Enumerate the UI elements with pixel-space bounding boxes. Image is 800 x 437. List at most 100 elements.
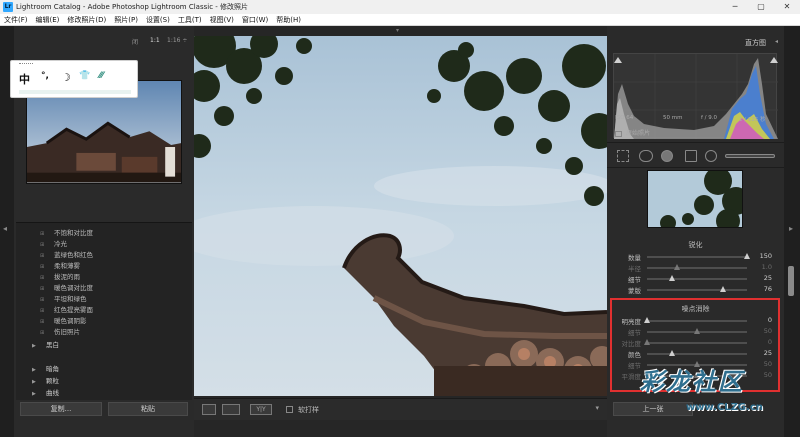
compare-view-icon[interactable] [222, 404, 240, 415]
noise_reduction-slider-row[interactable]: 明亮度 0 [607, 316, 784, 326]
copy-button[interactable]: 复制... [20, 402, 102, 416]
slider-value[interactable]: 25 [748, 349, 772, 357]
develop-tools-strip [607, 142, 784, 168]
menu-file[interactable]: 文件(F) [4, 15, 28, 25]
spot-removal-icon[interactable] [639, 150, 653, 162]
menu-help[interactable]: 帮助(H) [276, 15, 301, 25]
slider-label: 明亮度 [621, 318, 642, 326]
maximize-button[interactable]: ▢ [748, 0, 774, 14]
slider-track[interactable] [647, 286, 747, 292]
collapse-triangle-icon[interactable]: ◂ [775, 38, 778, 45]
menu-tools[interactable]: 工具(T) [178, 15, 202, 25]
radial-filter-icon[interactable] [705, 150, 717, 162]
slider-thumb[interactable] [669, 275, 675, 281]
zoom-custom[interactable]: 1:16 ÷ [167, 37, 187, 44]
preset-item[interactable]: ⊞ 冷光 [16, 238, 192, 248]
minimize-button[interactable]: ─ [722, 0, 748, 14]
collapse-right-icon[interactable]: ▸ [789, 224, 793, 233]
menu-window[interactable]: 窗口(W) [242, 15, 268, 25]
paste-button[interactable]: 粘贴 [108, 402, 188, 416]
slider-value[interactable]: 25 [748, 274, 772, 282]
brush-tool-icon[interactable] [725, 154, 775, 158]
slider-thumb[interactable] [720, 286, 726, 292]
watermark: 彩龙社区 www.CLZG.cn [640, 362, 790, 432]
slider-track[interactable] [644, 339, 747, 345]
histogram-header[interactable]: 直方图 ◂ [607, 38, 784, 48]
original-photo-checkbox[interactable] [615, 130, 622, 137]
preset-item[interactable]: ⊞ 平坦和绿色 [16, 293, 192, 303]
slider-label: 蒙版 [628, 287, 641, 295]
toolbar-dropdown-icon[interactable]: ▾ [595, 404, 599, 412]
preset-group-vignette[interactable]: ▶ 暗角 [16, 363, 192, 373]
ime-chinese-mode-icon[interactable]: 中 [19, 71, 30, 87]
right-panel-scrollbar[interactable] [788, 266, 794, 296]
close-button[interactable]: ✕ [774, 0, 800, 14]
slider-thumb[interactable] [644, 317, 650, 323]
slider-track[interactable] [644, 317, 747, 323]
ime-punctuation-icon[interactable]: °, [41, 71, 49, 81]
slider-thumb[interactable] [674, 264, 680, 270]
slider-thumb[interactable] [669, 350, 675, 356]
preset-item[interactable]: ⊞ 伤旧照片 [16, 326, 192, 336]
detail-preview-image [648, 171, 742, 227]
menu-photo[interactable]: 照片(P) [114, 15, 138, 25]
soft-proof-checkbox[interactable] [286, 406, 293, 413]
slider-value[interactable]: 0 [748, 316, 772, 324]
slider-value[interactable]: 0 [748, 338, 772, 346]
before-after-icon[interactable]: Y|Y [250, 404, 272, 415]
ime-drag-handle[interactable] [19, 63, 33, 65]
ime-skin-icon[interactable]: 👕 [79, 71, 90, 81]
preset-item[interactable]: ⊞ 不饱和对比度 [16, 227, 192, 237]
slider-track[interactable] [647, 328, 747, 334]
main-photo-view[interactable] [194, 36, 607, 396]
zoom-1-1[interactable]: 1:1 [150, 37, 160, 44]
noise_reduction-slider-row[interactable]: 对比度 0 [607, 338, 784, 348]
menu-develop[interactable]: 修改照片(D) [67, 15, 106, 25]
collapse-top-icon[interactable]: ▾ [396, 27, 399, 34]
menu-edit[interactable]: 编辑(E) [36, 15, 60, 25]
slider-track[interactable] [647, 264, 747, 270]
sharpening-slider-row[interactable]: 细节 25 [607, 274, 784, 284]
preset-group-curve[interactable]: ▶ 曲线 [16, 387, 192, 397]
slider-track[interactable] [647, 253, 750, 259]
slider-value[interactable]: 150 [748, 252, 772, 260]
ime-toolbar[interactable]: 中 °, ☽ 👕 ⁄⁄⁄ [10, 60, 138, 98]
graduated-filter-icon[interactable] [685, 150, 697, 162]
ime-settings-icon[interactable]: ⁄⁄⁄ [99, 71, 104, 81]
menu-view[interactable]: 视图(V) [210, 15, 234, 25]
histogram-graph[interactable] [613, 53, 778, 139]
zoom-prefix[interactable]: 闭 [132, 37, 138, 46]
slider-thumb[interactable] [694, 328, 700, 334]
slider-track[interactable] [647, 350, 747, 356]
slider-thumb[interactable] [644, 339, 650, 345]
noise-reduction-title[interactable]: 噪点消除 [607, 304, 784, 314]
loupe-view-icon[interactable] [202, 404, 216, 415]
ime-moon-icon[interactable]: ☽ [61, 71, 71, 84]
collapse-left-icon[interactable]: ◂ [3, 224, 7, 233]
crop-tool-icon[interactable] [617, 150, 629, 162]
preset-item[interactable]: ⊞ 暖色调阴影 [16, 315, 192, 325]
slider-track[interactable] [647, 275, 747, 281]
preset-icon: ⊞ [40, 231, 45, 237]
sharpening-slider-row[interactable]: 数量 150 [607, 252, 784, 262]
detail-preview[interactable] [647, 170, 743, 228]
preset-icon: ⊞ [40, 275, 45, 281]
slider-value[interactable]: 76 [748, 285, 772, 293]
preset-item[interactable]: ⊞ 柔和薄雾 [16, 260, 192, 270]
sharpening-slider-row[interactable]: 蒙版 76 [607, 285, 784, 295]
sharpening-title[interactable]: 锐化 [607, 240, 784, 250]
noise_reduction-slider-row[interactable]: 颜色 25 [607, 349, 784, 359]
slider-value[interactable]: 50 [748, 327, 772, 335]
slider-value[interactable]: 1.0 [748, 263, 772, 271]
preset-item[interactable]: ⊞ 拔泥的雨 [16, 271, 192, 281]
preset-group-bw[interactable]: ▶ 黑白 [16, 339, 192, 349]
sharpening-slider-row[interactable]: 半径 1.0 [607, 263, 784, 273]
preset-item[interactable]: ⊞ 红色提亮雾面 [16, 304, 192, 314]
red-eye-icon[interactable] [661, 150, 673, 162]
original-photo-toggle[interactable]: 原始照片 [615, 128, 650, 137]
noise_reduction-slider-row[interactable]: 细节 50 [607, 327, 784, 337]
menu-settings[interactable]: 设置(S) [146, 15, 170, 25]
preset-item[interactable]: ⊞ 蓝绿色和红色 [16, 249, 192, 259]
preset-group-grain[interactable]: ▶ 颗粒 [16, 375, 192, 385]
preset-item[interactable]: ⊞ 暖色调对比度 [16, 282, 192, 292]
